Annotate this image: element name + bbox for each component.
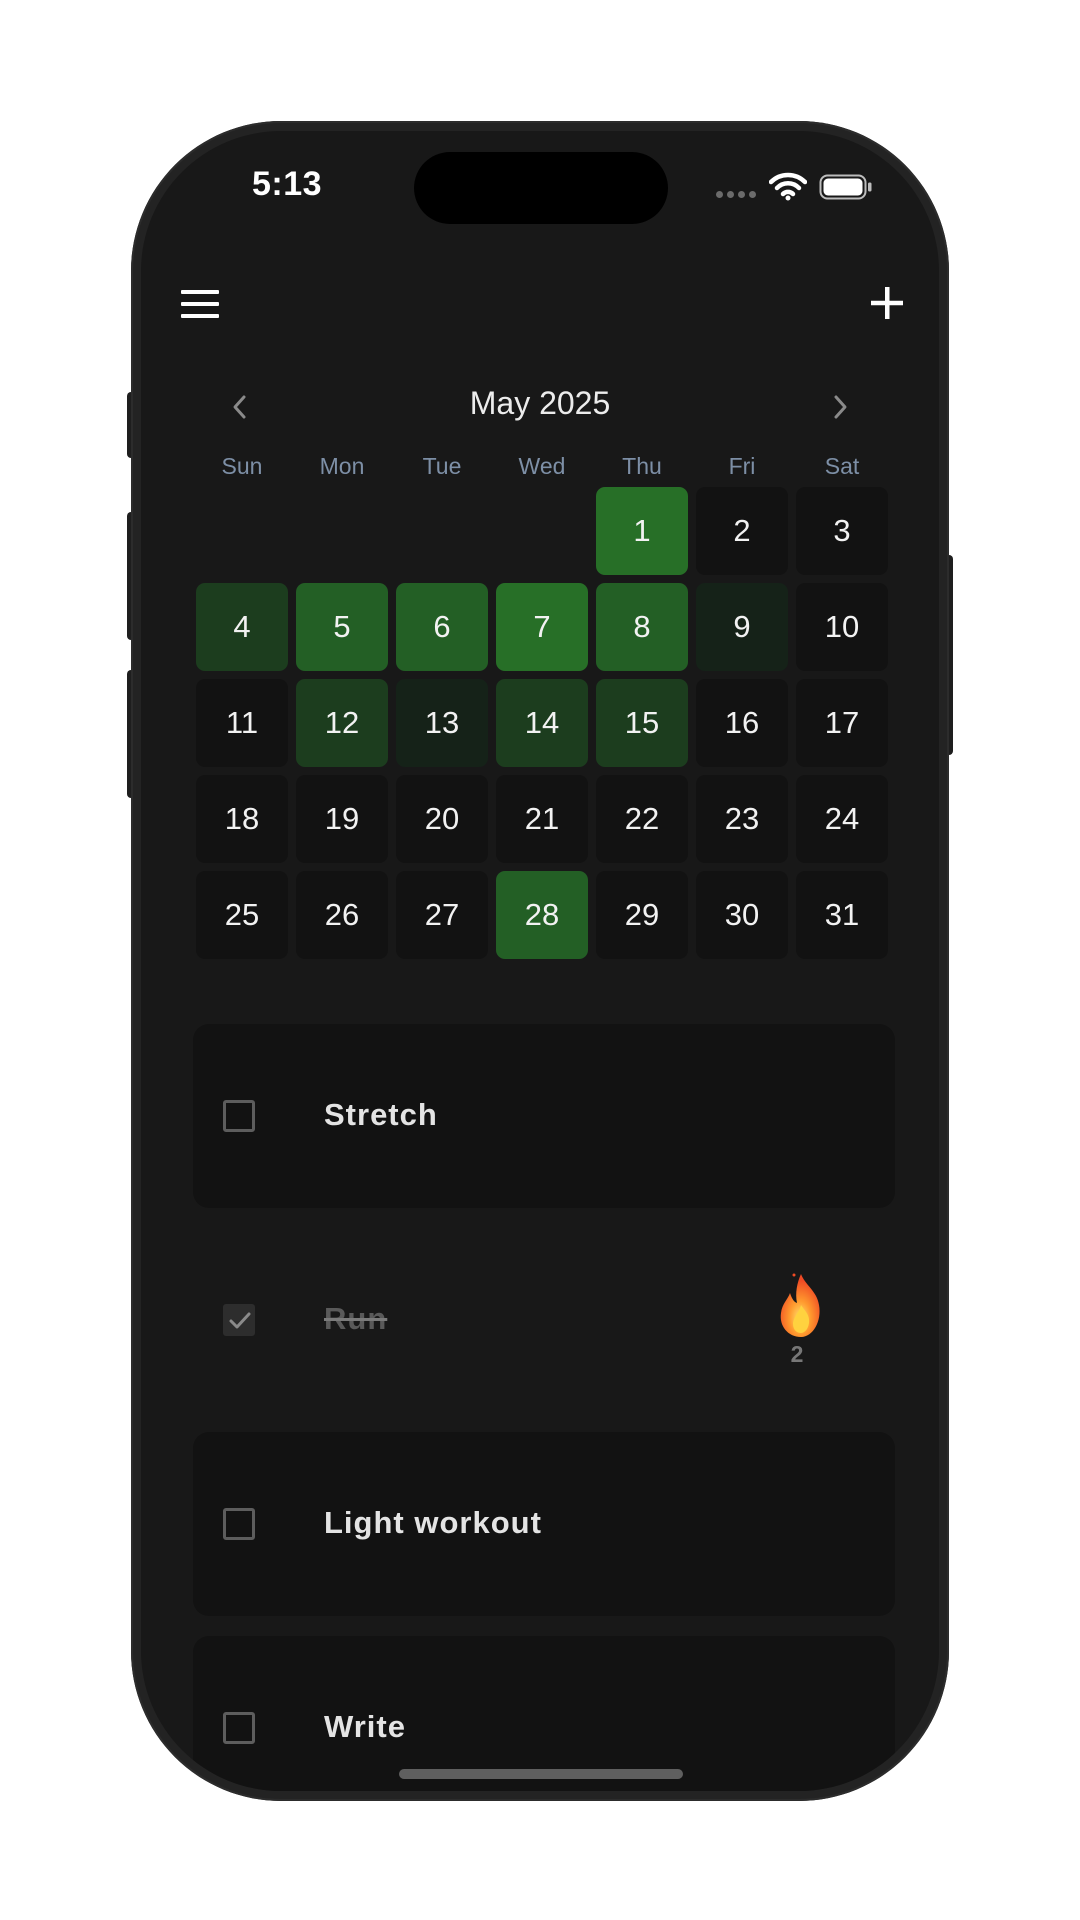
calendar-day[interactable]: 5 — [296, 583, 388, 671]
hamburger-menu-icon[interactable] — [177, 286, 223, 322]
calendar-day[interactable]: 22 — [596, 775, 688, 863]
habit-checkbox-checked[interactable] — [223, 1304, 255, 1336]
chevron-left-icon[interactable] — [223, 387, 255, 427]
calendar-day[interactable]: 30 — [696, 871, 788, 959]
weekday-label: Sat — [824, 453, 860, 479]
weekday-label: Fri — [728, 453, 756, 479]
calendar-day[interactable]: 26 — [296, 871, 388, 959]
habit-name: Run — [324, 1301, 388, 1336]
habit-checkbox[interactable] — [223, 1100, 255, 1132]
calendar-day[interactable]: 13 — [396, 679, 488, 767]
chevron-right-icon[interactable] — [825, 387, 857, 427]
streak-count: 2 — [790, 1341, 804, 1367]
calendar-day[interactable]: 7 — [496, 583, 588, 671]
month-title: May 2025 — [469, 385, 611, 421]
flame-icon — [780, 1273, 820, 1337]
habit-checkbox[interactable] — [223, 1712, 255, 1744]
wifi-icon — [769, 172, 807, 201]
app-screen: 5:13 May 2025 Sun Mon Tue Wed Thu Fri Sa… — [141, 131, 939, 1791]
habit-name: Light workout — [324, 1505, 542, 1540]
calendar-day[interactable]: 11 — [196, 679, 288, 767]
calendar-day[interactable]: 31 — [796, 871, 888, 959]
home-indicator[interactable] — [399, 1769, 683, 1779]
calendar-day[interactable]: 25 — [196, 871, 288, 959]
calendar-day[interactable]: 8 — [596, 583, 688, 671]
calendar-day[interactable]: 1 — [596, 487, 688, 575]
calendar-day[interactable]: 4 — [196, 583, 288, 671]
habit-card-light-workout[interactable] — [193, 1432, 895, 1616]
calendar-day[interactable]: 14 — [496, 679, 588, 767]
calendar-day[interactable]: 19 — [296, 775, 388, 863]
habit-name: Stretch — [324, 1097, 438, 1132]
calendar-day[interactable]: 9 — [696, 583, 788, 671]
calendar-day[interactable]: 12 — [296, 679, 388, 767]
calendar-day[interactable]: 6 — [396, 583, 488, 671]
calendar-day[interactable]: 16 — [696, 679, 788, 767]
weekday-label: Tue — [422, 453, 462, 479]
calendar-day[interactable]: 2 — [696, 487, 788, 575]
habit-checkbox[interactable] — [223, 1508, 255, 1540]
calendar-day[interactable]: 29 — [596, 871, 688, 959]
battery-icon — [819, 174, 872, 200]
calendar-day[interactable]: 3 — [796, 487, 888, 575]
cellular-signal-icon — [716, 191, 760, 199]
habit-name: Write — [324, 1709, 406, 1744]
status-time: 5:13 — [252, 165, 323, 203]
habit-card-stretch[interactable] — [193, 1024, 895, 1208]
calendar-day[interactable]: 10 — [796, 583, 888, 671]
calendar-day[interactable]: 21 — [496, 775, 588, 863]
calendar-day[interactable]: 27 — [396, 871, 488, 959]
weekday-label: Sun — [221, 453, 263, 479]
calendar-day[interactable]: 15 — [596, 679, 688, 767]
weekday-label: Thu — [622, 453, 662, 479]
calendar-day[interactable]: 24 — [796, 775, 888, 863]
calendar-day[interactable]: 23 — [696, 775, 788, 863]
calendar-day[interactable]: 20 — [396, 775, 488, 863]
calendar-day[interactable]: 28 — [496, 871, 588, 959]
weekday-label: Wed — [518, 453, 566, 479]
calendar-day[interactable]: 18 — [196, 775, 288, 863]
dynamic-island — [414, 152, 668, 224]
checkmark-icon — [229, 1312, 251, 1329]
weekday-label: Mon — [319, 453, 365, 479]
plus-icon[interactable] — [867, 283, 907, 323]
calendar-day[interactable]: 17 — [796, 679, 888, 767]
habit-card-write[interactable] — [193, 1636, 895, 1791]
